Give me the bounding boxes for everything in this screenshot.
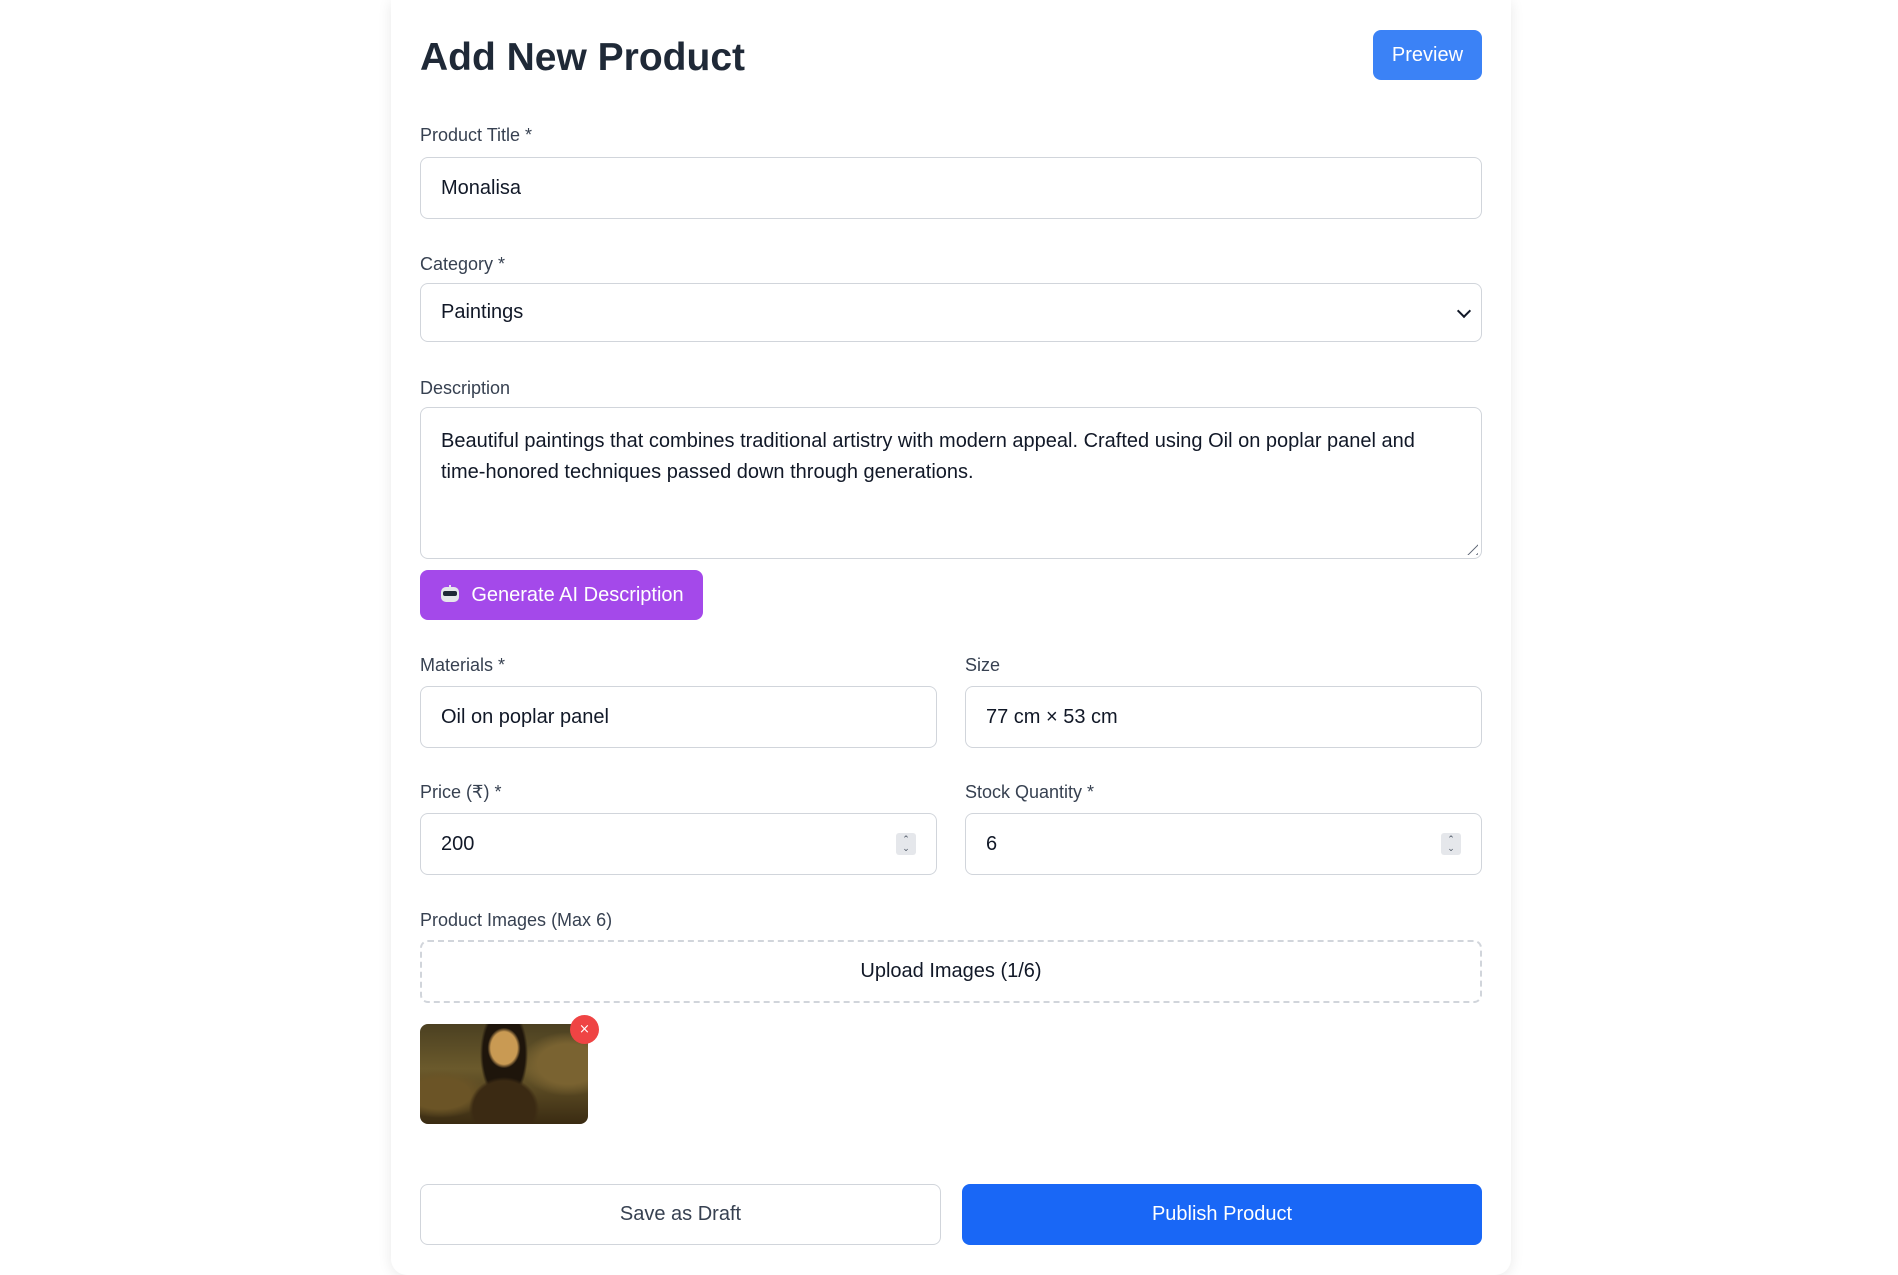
stock-field[interactable]: ⌃⌄: [965, 813, 1482, 875]
materials-input[interactable]: [441, 705, 916, 729]
product-title-input[interactable]: [441, 176, 1461, 200]
ai-button-label: Generate AI Description: [471, 583, 684, 606]
product-title-label: Product Title *: [420, 125, 533, 145]
generate-ai-description-button[interactable]: Generate AI Description: [420, 570, 703, 620]
upload-images-dropzone[interactable]: Upload Images (1/6): [420, 940, 1482, 1003]
price-field[interactable]: ⌃⌄: [420, 813, 937, 875]
add-product-card: Add New Product Preview Product Title * …: [391, 0, 1511, 1275]
description-textarea[interactable]: Beautiful paintings that combines tradit…: [420, 407, 1482, 559]
stock-label: Stock Quantity *: [965, 782, 1095, 802]
size-label: Size: [965, 655, 1001, 675]
description-text: Beautiful paintings that combines tradit…: [441, 430, 1415, 483]
close-icon[interactable]: ×: [570, 1015, 599, 1044]
spinner-arrows-icon[interactable]: ⌃ ⌄: [896, 833, 916, 855]
size-input[interactable]: [986, 705, 1461, 729]
publish-product-button[interactable]: Publish Product: [962, 1184, 1482, 1245]
materials-field[interactable]: [420, 686, 937, 748]
description-label: Description: [420, 378, 511, 398]
robot-icon: [439, 585, 461, 605]
category-selected-value: Paintings: [441, 301, 524, 323]
price-input[interactable]: [441, 832, 916, 856]
preview-button[interactable]: Preview: [1373, 30, 1482, 80]
chevron-down-icon: [1456, 303, 1472, 318]
materials-label: Materials *: [420, 655, 506, 675]
product-title-field[interactable]: [420, 157, 1482, 219]
spinner-arrows-icon[interactable]: ⌃ ⌄: [1441, 833, 1461, 855]
size-field[interactable]: [965, 686, 1482, 748]
price-label: Price (₹) *: [420, 782, 502, 802]
page-title: Add New Product: [420, 36, 746, 79]
image-thumbnail: [420, 1024, 588, 1124]
resize-handle-icon[interactable]: [1462, 539, 1478, 555]
category-label: Category *: [420, 254, 506, 274]
stock-input[interactable]: [986, 832, 1461, 856]
product-images-label: Product Images (Max 6): [420, 910, 613, 930]
category-select[interactable]: Paintings: [420, 283, 1482, 342]
save-draft-button[interactable]: Save as Draft: [420, 1184, 941, 1245]
